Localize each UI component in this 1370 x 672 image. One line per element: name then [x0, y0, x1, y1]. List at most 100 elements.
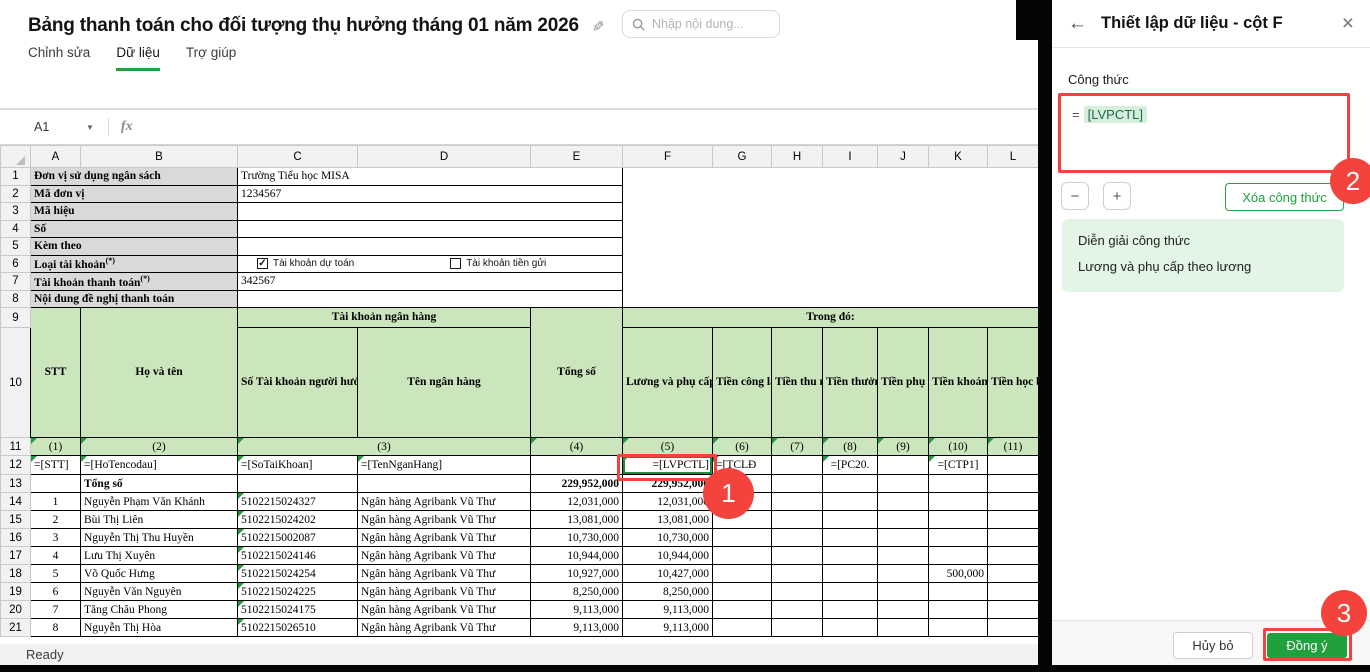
sheet-cell[interactable]	[878, 601, 929, 619]
cell-name[interactable]: Tăng Châu Phong	[81, 601, 238, 619]
sheet-cell[interactable]	[772, 475, 823, 493]
sheet-cell[interactable]: (6)	[713, 438, 772, 456]
chevron-down-icon[interactable]: ▼	[86, 123, 94, 132]
sheet-cell[interactable]	[823, 493, 878, 511]
cell-account[interactable]: 5102215024254	[238, 565, 358, 583]
cell-khoan[interactable]	[929, 601, 988, 619]
cell-salary[interactable]: 12,031,000	[623, 493, 713, 511]
sheet-cell[interactable]	[772, 601, 823, 619]
row-header[interactable]: 19	[1, 583, 31, 601]
formula-cell[interactable]: =[CTP1]	[929, 456, 988, 475]
cell-stt[interactable]: 3	[31, 529, 81, 547]
cell-account[interactable]: 5102215024225	[238, 583, 358, 601]
sheet-cell[interactable]	[988, 475, 1039, 493]
column-header[interactable]: L	[988, 146, 1039, 168]
sheet-cell[interactable]: Đơn vị sử dụng ngân sách	[31, 168, 238, 186]
cell-salary[interactable]: 8,250,000	[623, 583, 713, 601]
column-header[interactable]: B	[81, 146, 238, 168]
sheet-cell[interactable]: Mã hiệu	[31, 203, 238, 221]
formula-cell[interactable]: =[SoTaiKhoan]	[238, 456, 358, 475]
row-header[interactable]: 3	[1, 203, 31, 221]
increase-button[interactable]: +	[1103, 182, 1131, 210]
sheet-cell[interactable]	[823, 619, 878, 637]
cell-name[interactable]: Nguyễn Thị Thu Huyền	[81, 529, 238, 547]
cell-total[interactable]: 12,031,000	[531, 493, 623, 511]
header-name[interactable]: Họ và tên	[81, 308, 238, 438]
cell-total[interactable]: 10,927,000	[531, 565, 623, 583]
sheet-cell[interactable]	[772, 547, 823, 565]
cell-bank[interactable]: Ngân hàng Agribank Vũ Thư	[358, 601, 531, 619]
sheet-cell[interactable]	[988, 601, 1039, 619]
sheet-cell[interactable]	[929, 475, 988, 493]
cell-stt[interactable]: 6	[31, 583, 81, 601]
back-arrow-icon[interactable]: ←	[1068, 13, 1087, 35]
cell-account[interactable]: 5102215026510	[238, 619, 358, 637]
row-header[interactable]: 18	[1, 565, 31, 583]
cell-salary[interactable]: 10,944,000	[623, 547, 713, 565]
cell-bank[interactable]: Ngân hàng Agribank Vũ Thư	[358, 565, 531, 583]
cell-stt[interactable]: 2	[31, 511, 81, 529]
row-header[interactable]: 14	[1, 493, 31, 511]
sheet-cell[interactable]	[988, 456, 1039, 475]
sheet-cell[interactable]	[531, 456, 623, 475]
sheet-cell[interactable]: Tài khoản thanh toán(*)	[31, 273, 238, 291]
row-header[interactable]: 10	[1, 328, 31, 438]
sheet-cell[interactable]	[988, 619, 1039, 637]
cell-name[interactable]: Võ Quốc Hưng	[81, 565, 238, 583]
header-total[interactable]: Tổng số	[531, 308, 623, 438]
column-header[interactable]: I	[823, 146, 878, 168]
sheet-cell[interactable]	[713, 529, 772, 547]
row-header[interactable]: 4	[1, 220, 31, 238]
row-header[interactable]: 16	[1, 529, 31, 547]
cell-total[interactable]: 10,944,000	[531, 547, 623, 565]
checkbox-tien-gui[interactable]: Tài khoản tiền gửi	[450, 258, 546, 269]
sheet-cell[interactable]	[623, 185, 1039, 203]
sheet-cell[interactable]: (9)	[878, 438, 929, 456]
row-header[interactable]: 9	[1, 308, 31, 328]
sheet-cell[interactable]	[823, 529, 878, 547]
cell-stt[interactable]: 8	[31, 619, 81, 637]
header-bank-group[interactable]: Tài khoản ngân hàng	[238, 308, 531, 328]
cell-khoan[interactable]	[929, 583, 988, 601]
sheet-cell[interactable]: 342567	[238, 273, 623, 291]
column-header[interactable]: D	[358, 146, 531, 168]
sheet-cell[interactable]	[823, 583, 878, 601]
cell-stt[interactable]: 1	[31, 493, 81, 511]
cell-bank[interactable]: Ngân hàng Agribank Vũ Thư	[358, 529, 531, 547]
cell-khoan[interactable]	[929, 547, 988, 565]
sheet-cell[interactable]: (2)	[81, 438, 238, 456]
cell-total[interactable]: 8,250,000	[531, 583, 623, 601]
sheet-cell[interactable]: (4)	[531, 438, 623, 456]
header-bank-name[interactable]: Tên ngân hàng	[358, 328, 531, 438]
sheet-cell[interactable]	[988, 529, 1039, 547]
column-header[interactable]: C	[238, 146, 358, 168]
row-header[interactable]: 5	[1, 238, 31, 256]
total-amount[interactable]: 229,952,000	[531, 475, 623, 493]
sheet-cell[interactable]	[772, 493, 823, 511]
cell-total[interactable]: 10,730,000	[531, 529, 623, 547]
column-header[interactable]: K	[929, 146, 988, 168]
sheet-cell[interactable]	[878, 493, 929, 511]
cell-total[interactable]: 13,081,000	[531, 511, 623, 529]
sheet-cell[interactable]	[713, 619, 772, 637]
row-header[interactable]: 21	[1, 619, 31, 637]
header-breakdown[interactable]: Trong đó:	[623, 308, 1039, 328]
cell-name[interactable]: Lưu Thị Xuyên	[81, 547, 238, 565]
cell-stt[interactable]: 7	[31, 601, 81, 619]
row-header[interactable]: 2	[1, 185, 31, 203]
cell-name[interactable]: Nguyễn Phạm Văn Khánh	[81, 493, 238, 511]
sheet-cell[interactable]	[623, 238, 1039, 256]
header-bonus[interactable]: Tiền thưởng	[823, 328, 878, 438]
row-header[interactable]: 8	[1, 290, 31, 308]
sheet-cell[interactable]	[823, 475, 878, 493]
row-header[interactable]: 17	[1, 547, 31, 565]
sheet-cell[interactable]	[772, 583, 823, 601]
row-header[interactable]: 11	[1, 438, 31, 456]
cell-bank[interactable]: Ngân hàng Agribank Vũ Thư	[358, 493, 531, 511]
sheet-cell[interactable]	[988, 583, 1039, 601]
sheet-cell[interactable]	[713, 601, 772, 619]
select-all-corner[interactable]	[1, 146, 31, 168]
header-account[interactable]: Số Tài khoản người hưởng	[238, 328, 358, 438]
name-box[interactable]: A1	[34, 120, 86, 134]
sheet-cell[interactable]	[878, 619, 929, 637]
